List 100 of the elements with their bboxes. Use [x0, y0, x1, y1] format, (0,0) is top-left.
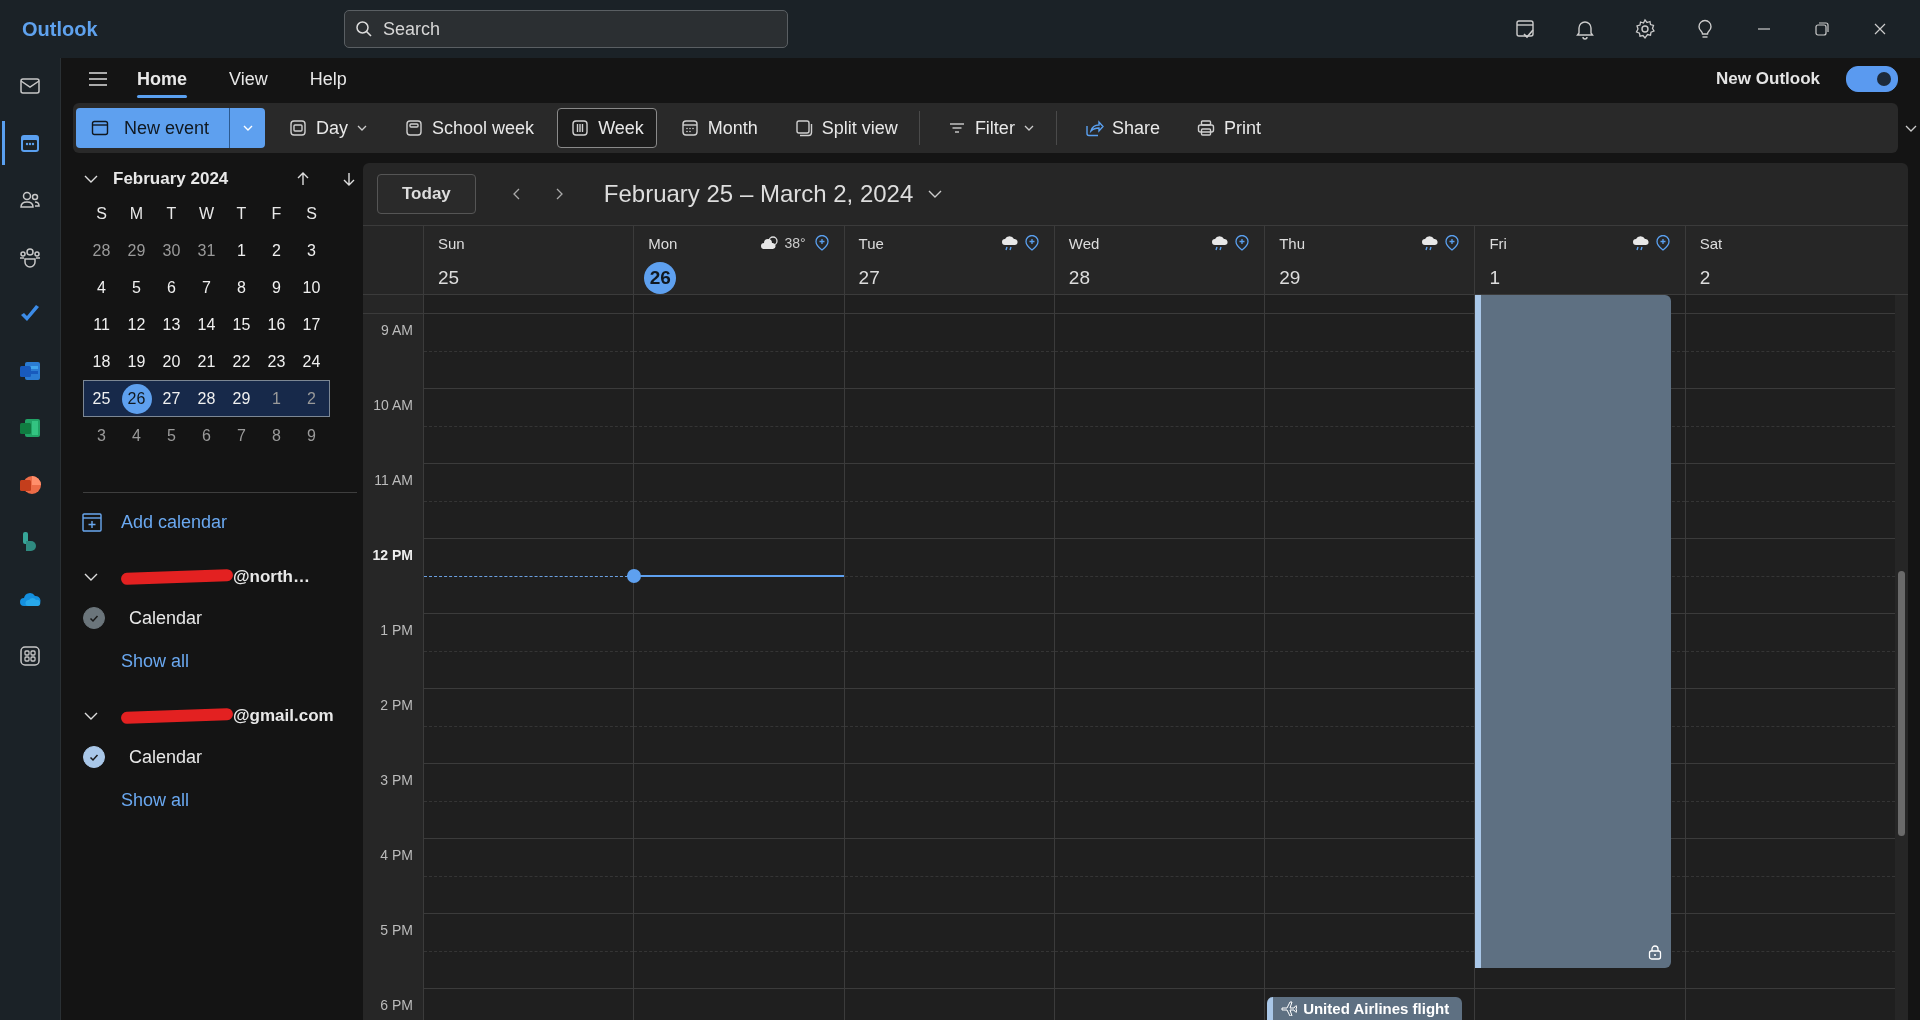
day-number[interactable]: 27: [858, 262, 880, 294]
date-cell[interactable]: 16: [259, 309, 294, 340]
location-pin-icon[interactable]: [1444, 235, 1461, 251]
apps-grid-icon: [18, 644, 42, 668]
date-cell[interactable]: 15: [224, 309, 259, 340]
calendar-event[interactable]: United Airlines flight: [1267, 997, 1463, 1020]
date-cell[interactable]: 11: [84, 309, 119, 340]
toolbar-button[interactable]: Print: [1182, 108, 1274, 148]
date-cell[interactable]: 20: [154, 346, 189, 377]
date-cell[interactable]: 3: [84, 420, 119, 451]
calendar-name[interactable]: Calendar: [129, 607, 203, 629]
settings-icon[interactable]: [1634, 18, 1656, 40]
date-cell[interactable]: 18: [84, 346, 119, 377]
calendar-checkbox[interactable]: [83, 746, 105, 768]
date-cell[interactable]: 8: [259, 420, 294, 451]
toolbar-button[interactable]: Day: [275, 108, 382, 148]
new-event-button[interactable]: New event: [76, 108, 230, 148]
date-cell[interactable]: 31: [189, 235, 224, 266]
date-cell[interactable]: 23: [259, 346, 294, 377]
toolbar-button[interactable]: Share: [1070, 108, 1173, 148]
date-cell[interactable]: 2: [294, 383, 329, 414]
date-cell[interactable]: 1: [259, 383, 294, 414]
toolbar-button[interactable]: Month: [666, 108, 771, 148]
date-cell[interactable]: 28: [189, 383, 224, 414]
date-cell[interactable]: 21: [189, 346, 224, 377]
toolbar-button[interactable]: Filter: [933, 108, 1048, 148]
new-outlook-toggle[interactable]: [1846, 66, 1898, 92]
date-cell[interactable]: 4: [84, 272, 119, 303]
date-cell[interactable]: 5: [119, 272, 154, 303]
add-calendar-icon: [81, 511, 103, 533]
toolbar-button[interactable]: School week: [391, 108, 548, 148]
day-number[interactable]: 2: [1699, 262, 1711, 294]
day-number[interactable]: 25: [438, 262, 460, 294]
location-pin-icon[interactable]: [1654, 235, 1671, 251]
arrow-down-icon[interactable]: [341, 171, 357, 187]
day-number[interactable]: 28: [1068, 262, 1090, 294]
date-cell[interactable]: 29: [224, 383, 259, 414]
weekday-label: Thu: [1279, 234, 1305, 252]
date-cell[interactable]: 7: [189, 272, 224, 303]
date-cell[interactable]: 3: [294, 235, 329, 266]
new-event-dropdown[interactable]: [229, 108, 266, 148]
day-number[interactable]: 29: [1279, 262, 1301, 294]
date-cell[interactable]: 19: [119, 346, 154, 377]
calendar-event[interactable]: [1475, 295, 1672, 968]
notifications-icon[interactable]: [1574, 18, 1596, 40]
scrollbar-thumb[interactable]: [1897, 571, 1905, 836]
location-pin-icon[interactable]: [1023, 235, 1040, 251]
date-cell[interactable]: 1: [224, 235, 259, 266]
hour-label: 9 AM: [381, 322, 413, 338]
ribbon-tab[interactable]: View: [215, 60, 282, 98]
day-number[interactable]: 26: [644, 262, 677, 294]
checklist-icon[interactable]: [1514, 18, 1536, 40]
date-cell[interactable]: 30: [154, 235, 189, 266]
date-cell[interactable]: 7: [224, 420, 259, 451]
selected-week[interactable]: 25 26 27 28 29 1 2: [83, 380, 330, 417]
date-cell[interactable]: 28: [84, 235, 119, 266]
app-title: Outlook: [22, 17, 99, 41]
toolbar-button[interactable]: Week: [557, 108, 657, 148]
ribbon-tab[interactable]: Help: [295, 60, 361, 98]
weekday-label: Mon: [648, 234, 678, 252]
search-field[interactable]: Search: [344, 10, 788, 48]
toolbar-button[interactable]: Split view: [780, 108, 911, 148]
group-icon: [18, 245, 42, 269]
today-button[interactable]: Today: [377, 174, 476, 214]
date-range-title[interactable]: February 25 – March 2, 2024: [603, 180, 914, 208]
date-cell[interactable]: 4: [119, 420, 154, 451]
add-calendar-link[interactable]: Add calendar: [121, 511, 228, 533]
date-cell[interactable]: 14: [189, 309, 224, 340]
date-cell[interactable]: 2: [259, 235, 294, 266]
date-cell[interactable]: 12: [119, 309, 154, 340]
calendar-checkbox[interactable]: [83, 607, 105, 629]
location-pin-icon[interactable]: [1234, 235, 1251, 251]
date-cell[interactable]: 27: [154, 383, 189, 414]
date-cell[interactable]: 9: [259, 272, 294, 303]
date-cell[interactable]: 13: [154, 309, 189, 340]
date-cell[interactable]: 9: [294, 420, 329, 451]
date-cell[interactable]: 25: [84, 383, 119, 414]
day-number[interactable]: 1: [1489, 262, 1500, 294]
date-cell[interactable]: 8: [224, 272, 259, 303]
date-cell[interactable]: 6: [189, 420, 224, 451]
show-all-link[interactable]: Show all: [121, 790, 363, 811]
date-cell[interactable]: 5: [154, 420, 189, 451]
arrow-up-icon[interactable]: [295, 171, 311, 187]
month-title: February 2024: [113, 169, 229, 189]
calendar-name[interactable]: Calendar: [129, 746, 203, 768]
date-cell[interactable]: 29: [119, 235, 154, 266]
hour-label: 2 PM: [380, 697, 413, 713]
date-cell[interactable]: 22: [224, 346, 259, 377]
weekday-label: Sat: [1699, 234, 1723, 252]
date-cell[interactable]: 24: [294, 346, 329, 377]
date-cell[interactable]: 6: [154, 272, 189, 303]
location-pin-icon[interactable]: [813, 235, 830, 251]
month-view-icon: [679, 118, 700, 138]
weekday-label: Fri: [1489, 234, 1507, 252]
date-cell[interactable]: 26: [121, 383, 152, 414]
ribbon-tab[interactable]: Home: [123, 60, 201, 98]
date-cell[interactable]: 17: [294, 309, 329, 340]
show-all-link[interactable]: Show all: [121, 651, 363, 672]
restore-icon[interactable]: [1812, 19, 1832, 39]
date-cell[interactable]: 10: [294, 272, 329, 303]
